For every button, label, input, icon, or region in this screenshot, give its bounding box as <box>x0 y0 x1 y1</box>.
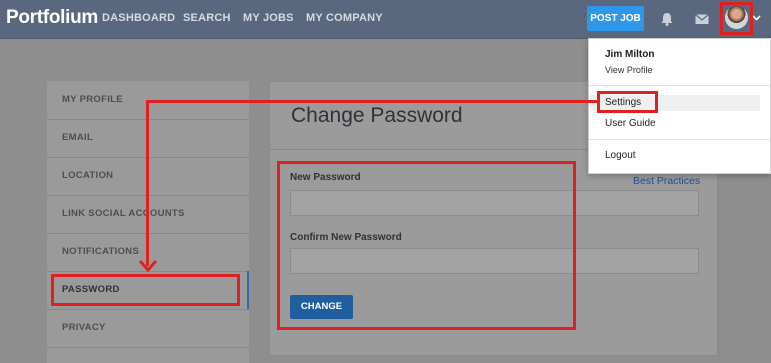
sidebar-item-label: LOCATION <box>62 170 114 181</box>
sidebar-item-privacy[interactable]: PRIVACY <box>47 309 249 348</box>
logo[interactable]: Portfolium <box>6 7 98 29</box>
annotation-avatar-box <box>720 2 753 35</box>
view-profile-link[interactable]: View Profile <box>605 65 652 75</box>
annotation-form-box <box>277 161 576 330</box>
top-nav: Portfolium DASHBOARD SEARCH MY JOBS MY C… <box>0 0 771 39</box>
user-name: Jim Milton <box>605 49 655 60</box>
menu-item-user-guide[interactable]: User Guide <box>605 118 656 129</box>
nav-my-company[interactable]: MY COMPANY <box>306 12 383 24</box>
nav-search[interactable]: SEARCH <box>183 12 231 24</box>
annotation-settings-box <box>597 91 658 113</box>
menu-item-logout[interactable]: Logout <box>605 150 636 161</box>
arrow-down-icon <box>138 260 158 273</box>
sidebar-item-label: EMAIL <box>62 132 94 143</box>
best-practices-link[interactable]: Best Practices <box>633 175 700 187</box>
sidebar-item-label: LINK SOCIAL ACCOUNTS <box>62 208 185 219</box>
divider <box>589 85 770 86</box>
sidebar-item-label: PRIVACY <box>62 322 106 333</box>
annotation-password-box <box>51 274 240 306</box>
sidebar-item-label: MY PROFILE <box>62 94 123 105</box>
active-indicator <box>247 271 249 309</box>
chevron-down-icon[interactable] <box>752 13 761 22</box>
mail-icon[interactable] <box>694 11 710 27</box>
annotation-connector-line <box>146 100 149 266</box>
bell-icon[interactable] <box>659 11 675 27</box>
nav-dashboard[interactable]: DASHBOARD <box>102 12 175 24</box>
nav-my-jobs[interactable]: MY JOBS <box>243 12 294 24</box>
page-title: Change Password <box>291 104 463 127</box>
sidebar-item-label: NOTIFICATIONS <box>62 246 140 257</box>
annotation-connector-line <box>148 100 597 103</box>
post-job-button[interactable]: POST JOB <box>587 6 644 31</box>
divider <box>589 139 770 140</box>
